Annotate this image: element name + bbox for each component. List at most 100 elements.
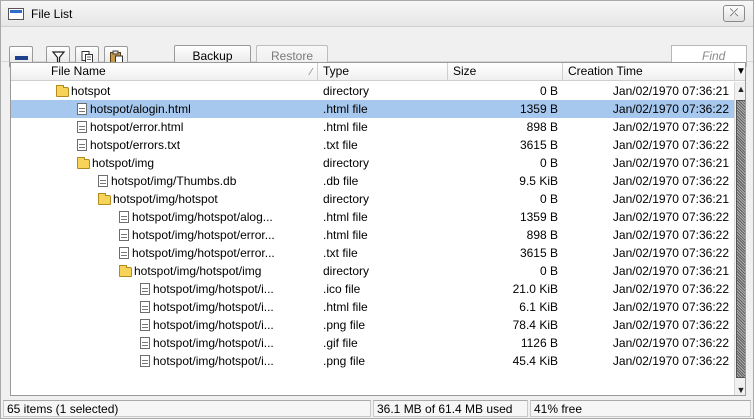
close-button[interactable]: ⤫ [723, 5, 745, 22]
title-bar[interactable]: File List ⤫ [1, 1, 753, 27]
type-cell: directory [323, 156, 370, 170]
file-icon [119, 247, 129, 259]
table-row[interactable]: hotspot/img/hotspot/i... .ico file 21.0 Ki… [11, 280, 734, 298]
table-row[interactable]: hotspot/img/hotspot directory 0 B Jan/02/19… [11, 190, 734, 208]
table-row[interactable]: hotspot/error.html .html file 898 B Jan/02/… [11, 118, 734, 136]
window-icon [8, 8, 24, 20]
file-name-cell: hotspot/img/hotspot/i... [46, 280, 316, 298]
file-name-label: hotspot/img/hotspot/error... [132, 246, 275, 260]
file-name-cell: hotspot/img/hotspot/i... [46, 352, 316, 370]
size-cell: 21.0 KiB [512, 282, 558, 296]
creation-time-cell: Jan/02/1970 07:36:22 [612, 354, 729, 368]
type-cell: .html file [323, 120, 368, 134]
folder-icon [56, 85, 69, 97]
column-header-file-name-label: File Name [51, 64, 106, 78]
file-icon [77, 139, 87, 151]
status-disk-free: 41% free [530, 400, 751, 417]
file-icon [140, 301, 150, 313]
file-name-cell: hotspot/img/hotspot/error... [46, 226, 316, 244]
file-icon [140, 337, 150, 349]
table-row[interactable]: hotspot/img/hotspot/error... .txt file 361… [11, 244, 734, 262]
type-cell: directory [323, 192, 370, 206]
file-name-cell: hotspot/img/hotspot [46, 190, 316, 208]
file-name-label: hotspot/img/hotspot/img [134, 264, 262, 278]
folder-icon [77, 157, 90, 169]
type-cell: .db file [323, 174, 359, 188]
type-cell: .html file [323, 300, 368, 314]
size-cell: 0 B [539, 156, 558, 170]
folder-icon [119, 265, 132, 277]
type-cell: directory [323, 264, 370, 278]
column-header-file-name[interactable]: File Name ⁄ [46, 63, 318, 81]
file-name-label: hotspot/errors.txt [90, 138, 181, 152]
scroll-up-button[interactable]: ▲ [735, 82, 745, 96]
table-row[interactable]: hotspot/img/hotspot/i... .html file 6.1 Ki… [11, 298, 734, 316]
creation-time-cell: Jan/02/1970 07:36:22 [612, 336, 729, 350]
table-row[interactable]: hotspot/img/hotspot/img directory 0 B Jan/0… [11, 262, 734, 280]
column-header-creation-time[interactable]: Creation Time [563, 63, 734, 81]
file-name-label: hotspot/img/hotspot/alog... [132, 210, 273, 224]
status-disk-used: 36.1 MB of 61.4 MB used [373, 400, 528, 417]
size-cell: 898 B [526, 228, 558, 242]
table-row[interactable]: hotspot directory 0 B Jan/02/1970 07:36:21 [11, 82, 734, 100]
type-cell: .txt file [323, 138, 358, 152]
creation-time-cell: Jan/02/1970 07:36:21 [612, 264, 729, 278]
file-list-window: File List ⤫ Backup Restore Find File Nam… [0, 0, 754, 419]
file-name-label: hotspot/img/hotspot/i... [153, 354, 274, 368]
sort-indicator-icon: ⁄ [310, 67, 312, 78]
file-name-label: hotspot/img/hotspot/i... [153, 318, 274, 332]
folder-icon [98, 193, 111, 205]
file-icon [98, 175, 108, 187]
table-row[interactable]: hotspot/img/Thumbs.db .db file 9.5 KiB Jan/… [11, 172, 734, 190]
file-name-cell: hotspot/img/hotspot/error... [46, 244, 316, 262]
type-cell: .txt file [323, 246, 358, 260]
chevron-down-icon: ▼ [736, 66, 746, 77]
file-name-cell: hotspot/img [46, 154, 316, 172]
scroll-down-button[interactable]: ▼ [735, 383, 745, 395]
type-cell: .gif file [323, 336, 358, 350]
creation-time-cell: Jan/02/1970 07:36:21 [612, 84, 729, 98]
creation-time-cell: Jan/02/1970 07:36:22 [612, 174, 729, 188]
creation-time-cell: Jan/02/1970 07:36:22 [612, 246, 729, 260]
toolbar: Backup Restore [1, 28, 753, 68]
creation-time-cell: Jan/02/1970 07:36:22 [612, 228, 729, 242]
vertical-scrollbar[interactable]: ▲ ▼ [734, 82, 745, 395]
table-row[interactable]: hotspot/img/hotspot/i... .png file 78.4 Ki… [11, 316, 734, 334]
table-row[interactable]: hotspot/img/hotspot/error... .html file 89… [11, 226, 734, 244]
size-cell: 1359 B [519, 102, 558, 116]
creation-time-cell: Jan/02/1970 07:36:21 [612, 156, 729, 170]
table-body: hotspot directory 0 B Jan/02/1970 07:36:21 h… [11, 82, 734, 395]
file-name-label: hotspot/alogin.html [90, 102, 191, 116]
type-cell: .ico file [323, 282, 361, 296]
file-icon [119, 229, 129, 241]
type-cell: .html file [323, 102, 368, 116]
size-cell: 6.1 KiB [519, 300, 558, 314]
size-cell: 1126 B [520, 336, 558, 350]
table-row[interactable]: hotspot/errors.txt .txt file 3615 B Jan/02/… [11, 136, 734, 154]
column-header-type[interactable]: Type [318, 63, 448, 81]
file-icon [119, 211, 129, 223]
file-name-label: hotspot/img/hotspot/i... [153, 300, 274, 314]
creation-time-cell: Jan/02/1970 07:36:22 [612, 138, 729, 152]
table-row[interactable]: hotspot/img directory 0 B Jan/02/1970 07:36… [11, 154, 734, 172]
file-name-label: hotspot/img/hotspot/error... [132, 228, 275, 242]
file-name-cell: hotspot/img/hotspot/img [46, 262, 316, 280]
table-row[interactable]: hotspot/img/hotspot/alog... .html file 135… [11, 208, 734, 226]
creation-time-cell: Jan/02/1970 07:36:22 [612, 102, 729, 116]
size-cell: 898 B [526, 120, 558, 134]
table-row[interactable]: hotspot/alogin.html .html file 1359 B Jan/0… [11, 100, 734, 118]
table-header: File Name ⁄ Type Size Creation Time ▼ [11, 63, 746, 81]
scroll-thumb[interactable] [736, 100, 745, 378]
creation-time-cell: Jan/02/1970 07:36:22 [612, 300, 729, 314]
creation-time-cell: Jan/02/1970 07:36:21 [612, 192, 729, 206]
column-header-size[interactable]: Size [448, 63, 563, 81]
type-cell: .png file [323, 354, 366, 368]
file-name-cell: hotspot/img/hotspot/alog... [46, 208, 316, 226]
table-row[interactable]: hotspot/img/hotspot/i... .gif file 1126 B J… [11, 334, 734, 352]
table-row[interactable]: hotspot/img/hotspot/i... .png file 45.4 Ki… [11, 352, 734, 370]
size-cell: 78.4 KiB [512, 318, 558, 332]
file-name-cell: hotspot/img/Thumbs.db [46, 172, 316, 190]
window-title: File List [31, 7, 73, 21]
column-menu-button[interactable]: ▼ [734, 63, 746, 81]
file-icon [77, 121, 87, 133]
